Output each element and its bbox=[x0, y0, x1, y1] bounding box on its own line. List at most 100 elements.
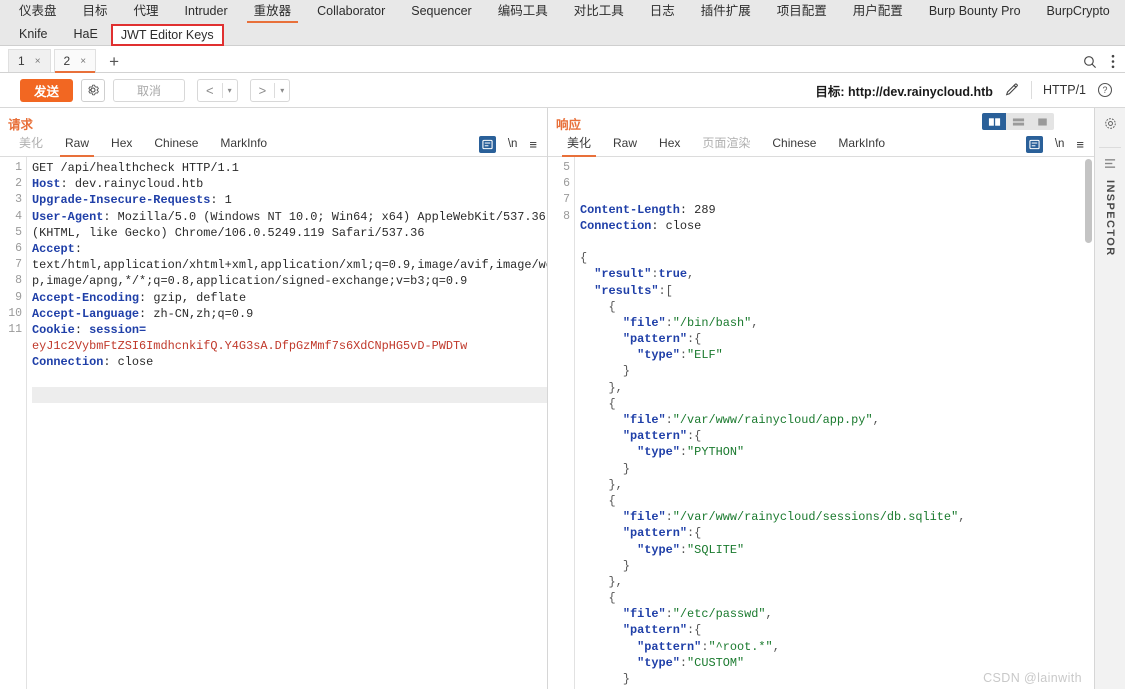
history-forward-button[interactable]: > bbox=[251, 80, 275, 101]
menu-item-hae[interactable]: HaE bbox=[61, 23, 111, 46]
line-number: 8 bbox=[15, 274, 22, 288]
request-tab-markinfo[interactable]: MarkInfo bbox=[209, 132, 278, 157]
line-number: 8 bbox=[563, 209, 570, 223]
request-tab-chinese[interactable]: Chinese bbox=[143, 132, 209, 157]
request-action-bar: 发送 取消 < ▾ > ▾ 目标: http://dev.rainycloud.… bbox=[0, 73, 1125, 108]
menu-item-item[interactable]: 仪表盘 bbox=[6, 0, 70, 23]
menu-item-item[interactable]: 对比工具 bbox=[561, 0, 637, 23]
menu-item-sequencer[interactable]: Sequencer bbox=[398, 0, 484, 23]
menu-item-burp-bounty-pro[interactable]: Burp Bounty Pro bbox=[916, 0, 1034, 23]
code-token: "CUSTOM" bbox=[687, 655, 745, 670]
single-view-button[interactable] bbox=[1030, 113, 1054, 130]
newline-icon[interactable]: \n bbox=[1055, 138, 1065, 150]
response-tab-markinfo[interactable]: MarkInfo bbox=[827, 132, 896, 157]
response-tab-chinese[interactable]: Chinese bbox=[761, 132, 827, 157]
code-token: "pattern" bbox=[580, 623, 688, 638]
code-token: p,image/apng,*/*;q=0.8,application/signe… bbox=[32, 274, 468, 289]
gear-icon[interactable] bbox=[1103, 116, 1118, 134]
code-line: "file":"/var/www/rainycloud/sessions/db.… bbox=[580, 509, 1094, 525]
send-settings-gear-icon[interactable] bbox=[81, 78, 106, 102]
panel-lines-icon[interactable] bbox=[1104, 158, 1117, 172]
close-icon[interactable]: × bbox=[80, 56, 86, 67]
close-icon[interactable]: × bbox=[35, 56, 41, 67]
history-forward-dropdown-icon[interactable]: ▾ bbox=[275, 80, 289, 101]
code-token: : bbox=[74, 322, 90, 337]
split-vertical-view-button[interactable] bbox=[982, 113, 1006, 130]
code-token: "ELF" bbox=[687, 348, 723, 363]
search-in-editor-icon[interactable] bbox=[1025, 135, 1043, 153]
more-vertical-icon[interactable] bbox=[1111, 54, 1115, 69]
code-line: "file":"/var/www/rainycloud/app.py", bbox=[580, 412, 1094, 428]
response-tab-hex[interactable]: Hex bbox=[648, 132, 691, 157]
response-tab-raw[interactable]: Raw bbox=[602, 132, 648, 157]
divider bbox=[1099, 147, 1121, 148]
new-tab-button[interactable]: + bbox=[99, 53, 129, 72]
response-editor[interactable]: 5678 Content-Length: 289 Connection: clos… bbox=[548, 157, 1094, 689]
menu-item-collaborator[interactable]: Collaborator bbox=[304, 0, 398, 23]
menu-item-item[interactable]: 插件扩展 bbox=[688, 0, 764, 23]
http-version-label[interactable]: HTTP/1 bbox=[1043, 83, 1086, 97]
request-tab-item[interactable]: 美化 bbox=[8, 132, 54, 157]
send-button[interactable]: 发送 bbox=[20, 78, 74, 102]
newline-icon[interactable]: \n bbox=[508, 138, 518, 150]
line-number: 6 bbox=[15, 242, 22, 256]
hamburger-menu-icon[interactable]: ≡ bbox=[529, 138, 537, 151]
code-token: Accept-Encoding bbox=[32, 290, 140, 305]
code-line: { bbox=[580, 590, 1094, 606]
search-icon[interactable] bbox=[1083, 55, 1097, 69]
cancel-button[interactable]: 取消 bbox=[113, 78, 186, 102]
code-token: { bbox=[580, 299, 616, 314]
code-token: : bbox=[651, 267, 659, 282]
menu-item-item[interactable]: 日志 bbox=[637, 0, 688, 23]
line-number: 5 bbox=[15, 225, 22, 239]
code-token: "PYTHON" bbox=[687, 445, 745, 460]
request-tab-hex[interactable]: Hex bbox=[100, 132, 143, 157]
code-token: : close bbox=[103, 355, 154, 370]
repeater-tab-1[interactable]: 1 × bbox=[8, 49, 51, 72]
code-token: : bbox=[679, 542, 688, 557]
response-pane: 响应 美化 Raw Hex 页面渲染 Chinese MarkInfo \n ≡ 5678… bbox=[548, 108, 1094, 689]
help-circle-icon[interactable]: ? bbox=[1097, 82, 1113, 98]
menu-item-knife[interactable]: Knife bbox=[6, 23, 61, 46]
pencil-icon[interactable] bbox=[1004, 82, 1020, 98]
menu-item-jwt-editor-keys[interactable]: JWT Editor Keys bbox=[110, 23, 224, 46]
top-menu-bar: 仪表盘 目标 代理 Intruder 重放器 Collaborator Sequencer 编… bbox=[0, 0, 1125, 46]
history-back-button[interactable]: < bbox=[198, 80, 222, 101]
request-body-text[interactable]: GET /api/healthcheck HTTP/1.1 Host: dev.r… bbox=[26, 157, 547, 689]
menu-item-item[interactable]: 用户配置 bbox=[840, 0, 916, 23]
code-line: p,image/apng,*/*;q=0.8,application/signe… bbox=[32, 273, 547, 289]
code-token: : bbox=[74, 241, 82, 256]
menu-item-item[interactable]: 编码工具 bbox=[485, 0, 561, 23]
burp-suite-window: 仪表盘 目标 代理 Intruder 重放器 Collaborator Sequencer 编… bbox=[0, 0, 1125, 689]
code-line: "file":"/etc/passwd", bbox=[580, 606, 1094, 622]
search-in-editor-icon[interactable] bbox=[478, 135, 496, 153]
code-line: "type":"ELF" bbox=[580, 347, 1094, 363]
response-tab-item[interactable]: 美化 bbox=[556, 132, 602, 157]
menu-item-item[interactable]: 代理 bbox=[121, 0, 172, 23]
code-token: Content-Length bbox=[580, 202, 680, 217]
line-number: 10 bbox=[8, 306, 22, 320]
code-token: "^root.*" bbox=[708, 639, 773, 654]
split-horizontal-view-button[interactable] bbox=[1006, 113, 1030, 130]
menu-item-item[interactable]: 重放器 bbox=[241, 0, 305, 23]
request-tab-raw[interactable]: Raw bbox=[54, 132, 100, 157]
code-line: GET /api/healthcheck HTTP/1.1 bbox=[32, 160, 547, 176]
menu-item-intruder[interactable]: Intruder bbox=[172, 0, 241, 23]
code-line: Connection: close bbox=[580, 218, 1094, 234]
menu-item-item[interactable]: 项目配置 bbox=[764, 0, 840, 23]
request-editor[interactable]: 1 2 3 4 5 6 7 8 9 10 11 GET /api/healthcheck HTTP/… bbox=[0, 157, 547, 689]
history-forward-group[interactable]: > ▾ bbox=[249, 78, 291, 102]
response-body-text[interactable]: Content-Length: 289 Connection: close { "… bbox=[574, 157, 1094, 689]
menu-item-item[interactable]: 目标 bbox=[70, 0, 121, 23]
repeater-tab-2[interactable]: 2 × bbox=[53, 49, 97, 73]
code-token: (KHTML, like Gecko) Chrome/106.0.5249.11… bbox=[32, 225, 425, 240]
code-token: "/var/www/rainycloud/app.py" bbox=[672, 413, 873, 428]
menu-item-burpcrypto[interactable]: BurpCrypto bbox=[1034, 0, 1123, 23]
history-back-group[interactable]: < ▾ bbox=[197, 78, 238, 102]
code-token: eyJ1c2VybmFtZSI6ImdhcnkifQ.Y4G3sA.DfpGzM… bbox=[32, 339, 468, 354]
code-token: : bbox=[679, 348, 688, 363]
response-tab-item[interactable]: 页面渲染 bbox=[691, 132, 761, 157]
history-back-dropdown-icon[interactable]: ▾ bbox=[223, 80, 237, 101]
hamburger-menu-icon[interactable]: ≡ bbox=[1076, 138, 1084, 151]
response-vertical-scrollbar[interactable] bbox=[1085, 159, 1092, 243]
